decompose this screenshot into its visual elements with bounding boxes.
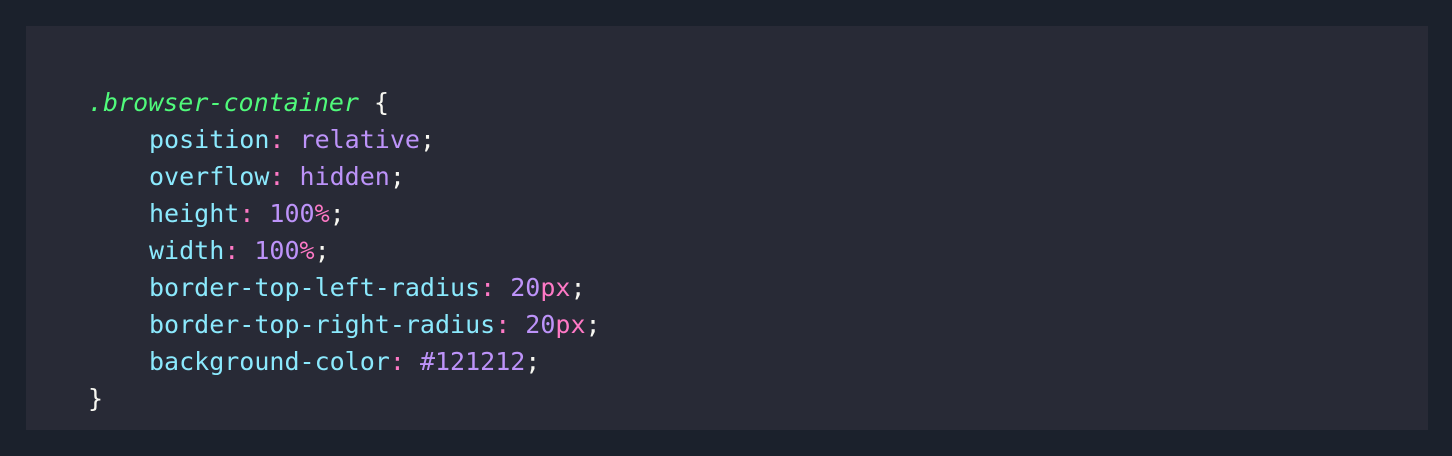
css-value: 20 (525, 310, 556, 339)
css-unit: % (314, 199, 330, 228)
declaration-line: position: relative; (88, 121, 1428, 158)
css-unit: px (555, 310, 586, 339)
code-line-close: } (88, 380, 1428, 417)
colon: : (269, 162, 300, 191)
css-selector: .browser-container (88, 88, 359, 117)
close-brace: } (88, 384, 104, 413)
css-unit: % (299, 236, 315, 265)
colon: : (389, 347, 420, 376)
declaration-line: overflow: hidden; (88, 158, 1428, 195)
css-property: position (149, 125, 270, 154)
css-value: #121212 (419, 347, 526, 376)
semicolon: ; (585, 310, 601, 339)
css-value: 20 (510, 273, 541, 302)
declaration-line: height: 100%; (88, 195, 1428, 232)
css-value: 100 (269, 199, 315, 228)
semicolon: ; (570, 273, 586, 302)
css-value: relative (299, 125, 420, 154)
css-unit: px (540, 273, 571, 302)
semicolon: ; (329, 199, 345, 228)
semicolon: ; (314, 236, 330, 265)
code-line-selector: .browser-container { (88, 84, 1428, 121)
colon: : (480, 273, 511, 302)
semicolon: ; (389, 162, 405, 191)
colon: : (224, 236, 255, 265)
declaration-line: background-color: #121212; (88, 343, 1428, 380)
semicolon: ; (419, 125, 436, 154)
declaration-line: border-top-right-radius: 20px; (88, 306, 1428, 343)
semicolon: ; (525, 347, 541, 376)
colon: : (239, 199, 270, 228)
declaration-line: width: 100%; (88, 232, 1428, 269)
css-property: height (149, 199, 240, 228)
css-property: overflow (149, 162, 270, 191)
css-value: hidden (299, 162, 390, 191)
open-brace: { (358, 88, 390, 117)
css-property: background-color (149, 347, 390, 376)
css-property: border-top-left-radius (149, 273, 481, 302)
code-block: .browser-container { position: relative;… (26, 26, 1428, 430)
colon: : (269, 125, 300, 154)
css-property: border-top-right-radius (149, 310, 496, 339)
declaration-line: border-top-left-radius: 20px; (88, 269, 1428, 306)
colon: : (495, 310, 526, 339)
css-value: 100 (254, 236, 300, 265)
css-property: width (149, 236, 225, 265)
